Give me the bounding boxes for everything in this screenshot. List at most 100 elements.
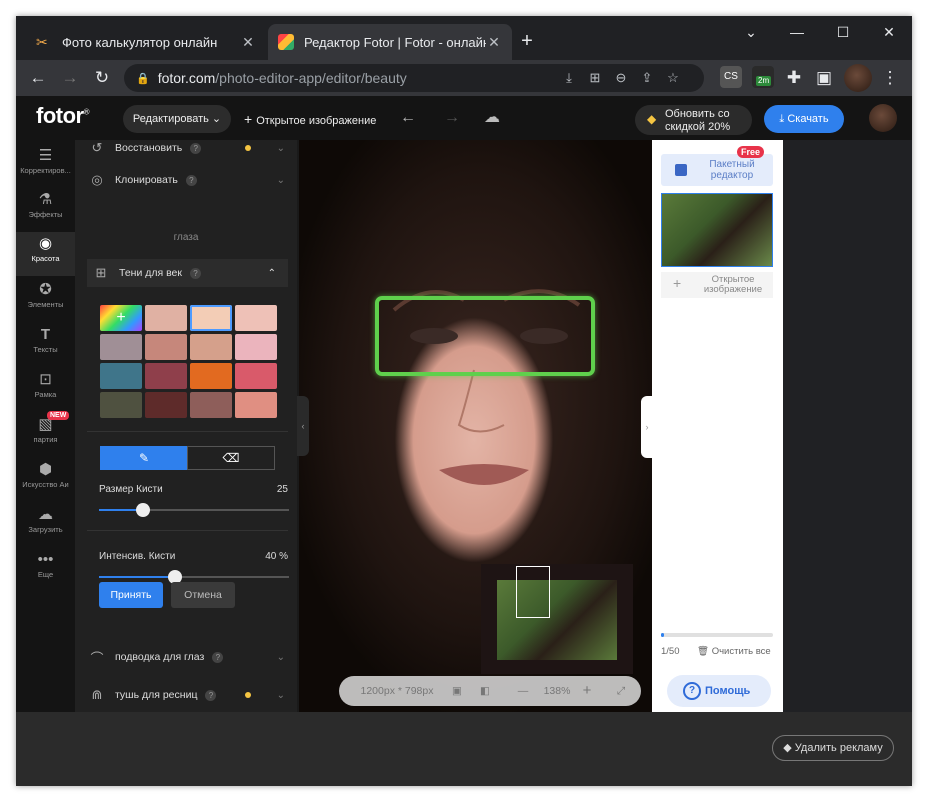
cloud-icon[interactable]: ☁ [480,106,504,130]
image-icon[interactable]: ▣ [445,676,469,706]
eyeshadow-row[interactable]: ⊞ Тени для век? ⌃ [87,259,288,287]
color-swatch[interactable] [190,334,232,360]
menu-kebab-icon[interactable]: ⋮ [878,66,902,90]
remove-ads-button[interactable]: ◆ Удалить рекламу [772,735,894,761]
rail-batch[interactable]: NEW ▧ партия [16,411,75,457]
help-button[interactable]: ? Помощь [667,675,771,707]
rail-effects[interactable]: ⚗ Эффекты [16,188,75,232]
browser-toolbar: ← → ↻ 🔒 fotor.com/photo-editor-app/edito… [16,60,912,96]
custom-color-picker[interactable]: + [100,305,142,331]
rail-more[interactable]: ••• Еще [16,548,75,592]
rail-upload[interactable]: ☁ Загрузить [16,503,75,547]
rail-ai-art[interactable]: ⬢ Искусство Аи [16,458,75,502]
close-tab-icon[interactable]: ✕ [240,34,256,51]
color-swatch[interactable] [235,392,277,418]
fit-screen-icon[interactable]: ⤢ [609,676,633,706]
color-swatch[interactable] [145,392,187,418]
rail-elements[interactable]: ✪ Элементы [16,278,75,322]
reload-icon[interactable]: ↻ [90,66,114,90]
diamond-icon: ◆ [647,112,657,126]
image-count-progress [661,633,773,637]
eyeliner-row[interactable]: ⌒ подводка для глаз? ⌄ [87,643,287,671]
fotor-logo[interactable]: fotor® [36,103,90,129]
undo-icon[interactable]: ← [396,106,420,130]
install-icon[interactable]: ⤓ [556,64,582,92]
tab-fotor-editor[interactable]: Редактор Fotor | Fotor - онлайн ✕ [268,24,512,60]
zoom-icon[interactable]: ⊖ [608,64,634,92]
navigator-preview[interactable] [481,564,633,674]
color-swatch[interactable] [100,363,142,389]
tool-rail: ☰ Корректиров... ⚗ Эффекты ◉ Красота ✪ Элеме… [16,140,75,712]
apply-button[interactable]: Принять [99,582,163,608]
download-button[interactable]: ⤓ Скачать [764,105,844,133]
slider-knob[interactable] [135,503,150,517]
free-badge: Free [737,146,765,158]
star-icon: ✪ [39,281,52,298]
rail-frame[interactable]: ⊡ Рамка [16,368,75,412]
batch-editor-button[interactable]: Пакетный редактор [661,154,773,186]
redo-icon[interactable]: → [440,106,464,130]
collapse-left-panel-button[interactable]: ‹ [297,396,309,456]
profile-avatar[interactable] [844,64,872,92]
address-bar[interactable]: 🔒 fotor.com/photo-editor-app/editor/beau… [124,64,704,92]
color-swatch[interactable] [190,363,232,389]
new-badge: NEW [47,411,70,420]
sidebar-icon[interactable]: ▣ [812,66,836,90]
tab-title: Редактор Fotor | Fotor - онлайн [304,34,486,50]
translate-icon[interactable]: ⊞ [582,64,608,92]
color-swatch[interactable] [145,305,187,331]
tab-search-button[interactable]: ⌄ [728,16,774,48]
mascara-row[interactable]: ⋒ тушь для ресниц? ⌄ [87,681,287,709]
frame-icon: ⊡ [39,371,52,388]
color-swatch[interactable] [235,334,277,360]
color-swatch[interactable] [100,392,142,418]
status-dot [245,692,251,698]
navigator-viewport-frame[interactable] [516,566,550,618]
browser-window: ✂ Фото калькулятор онлайн ✕ Редактор Fot… [16,16,912,786]
extensions-puzzle-icon[interactable]: ✚ [782,66,806,90]
extension-timer-icon[interactable]: 2m [752,66,774,88]
color-swatch[interactable] [235,305,277,331]
compare-icon[interactable]: ◧ [473,676,497,706]
brush-size-slider[interactable] [99,503,289,517]
user-avatar[interactable] [869,104,897,132]
color-swatch[interactable] [190,392,232,418]
rail-text[interactable]: T Тексты [16,323,75,367]
rail-beauty[interactable]: ◉ Красота [16,232,75,276]
upgrade-promo-button[interactable]: ◆ Обновить со скидкой 20% [635,105,752,135]
brush-intensity-slider[interactable] [99,570,289,584]
bookmark-star-icon[interactable]: ☆ [660,64,686,92]
fotor-header: fotor® Редактировать ⌄ + Открытое изображ… [16,96,912,140]
forward-icon[interactable]: → [58,66,82,90]
tab-bar: ✂ Фото калькулятор онлайн ✕ Редактор Fot… [16,16,912,60]
clone-row[interactable]: ◎ Клонировать? ⌄ [87,166,287,194]
restore-row[interactable]: ↺ Восстановить? ⌄ [87,140,287,162]
eraser-mode-button[interactable]: ⌫ [187,446,275,470]
edit-dropdown-button[interactable]: Редактировать ⌄ [123,105,231,133]
extension-cs-icon[interactable]: CS [720,66,742,88]
new-tab-button[interactable]: + [516,30,538,52]
tab-photo-calculator[interactable]: ✂ Фото калькулятор онлайн ✕ [26,24,266,60]
open-image-button[interactable]: + Открытое изображение [244,105,376,133]
color-swatch[interactable] [190,305,232,331]
zoom-in-icon[interactable]: + [575,676,599,706]
image-thumbnail[interactable] [661,193,773,267]
clear-all-button[interactable]: 🗑 Очистить все [697,646,771,657]
cancel-button[interactable]: Отмена [171,582,235,608]
minimize-button[interactable]: — [774,16,820,48]
divider [87,431,288,432]
close-tab-icon[interactable]: ✕ [486,34,502,51]
close-window-button[interactable]: ✕ [866,16,912,48]
share-icon[interactable]: ⇪ [634,64,660,92]
rail-adjust[interactable]: ☰ Корректиров... [16,144,75,188]
back-icon[interactable]: ← [26,66,50,90]
brush-mode-button[interactable]: ✎ [100,446,188,470]
zoom-out-icon[interactable]: — [511,676,535,706]
open-image-secondary-button[interactable]: + Открытое изображение [661,272,773,298]
maximize-button[interactable]: ☐ [820,16,866,48]
color-swatch[interactable] [145,363,187,389]
brush-size-label: Размер Кисти [99,484,163,495]
color-swatch[interactable] [100,334,142,360]
color-swatch[interactable] [235,363,277,389]
color-swatch[interactable] [145,334,187,360]
